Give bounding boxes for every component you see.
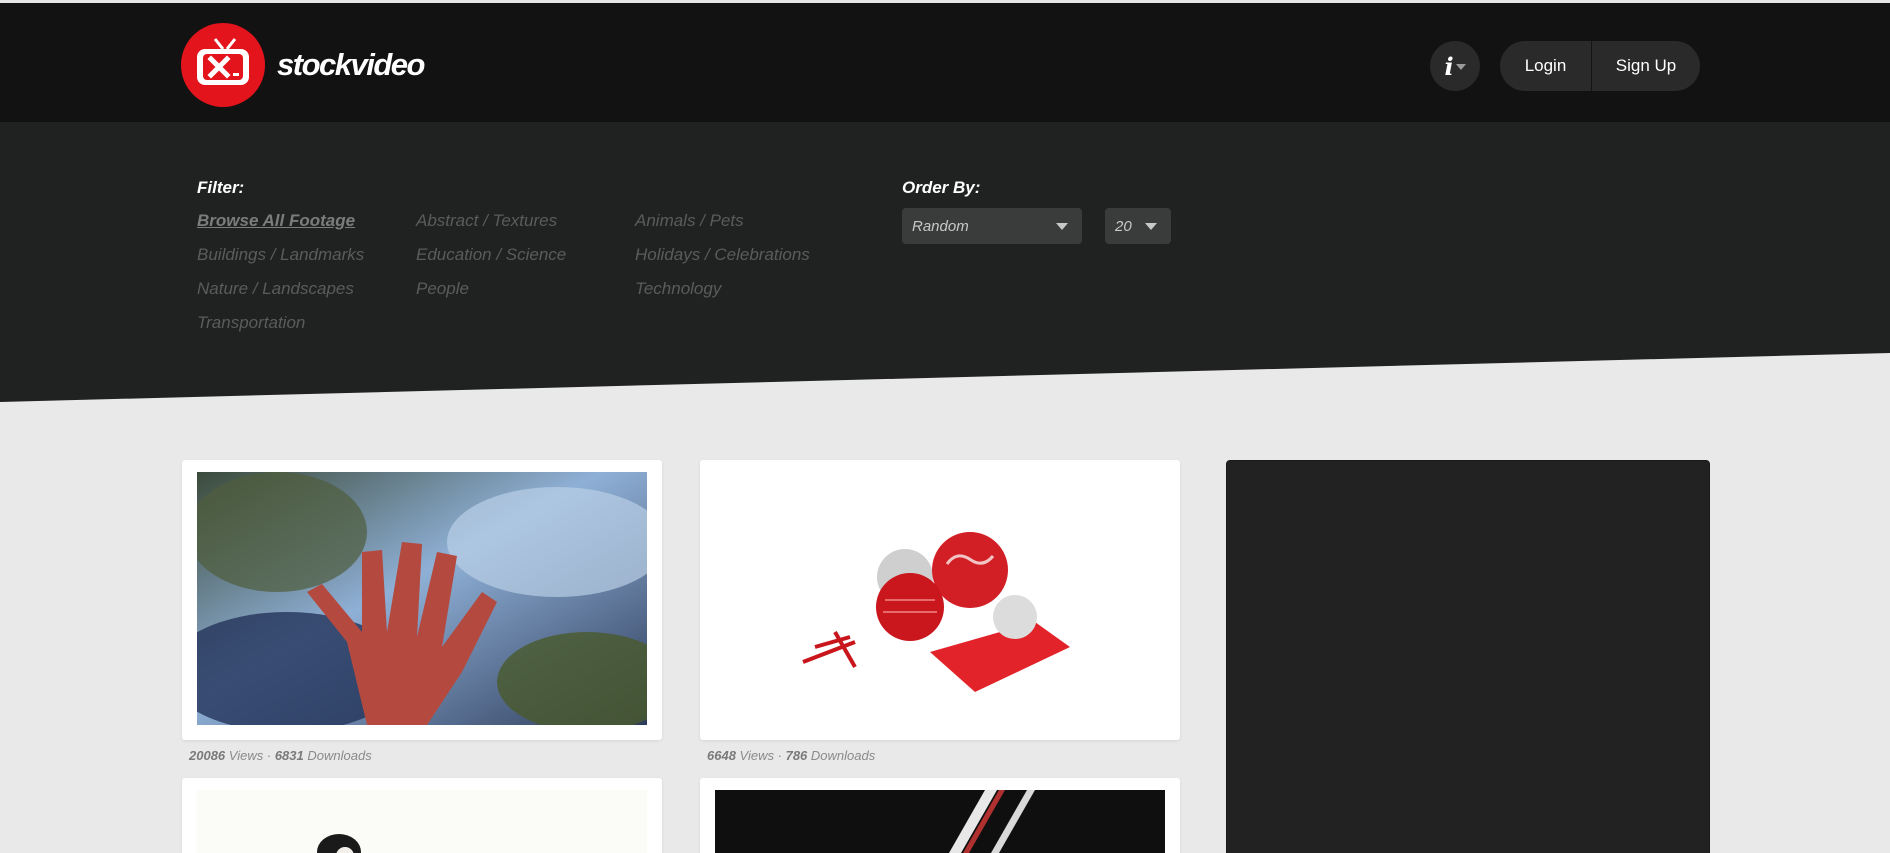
video-thumbnail[interactable]	[715, 472, 1165, 725]
views-count: 20086	[189, 748, 226, 763]
brand-name: stockvideo	[277, 47, 425, 82]
category-abstract-textures[interactable]: Abstract / Textures	[416, 211, 557, 231]
stats-separator: ·	[266, 748, 272, 763]
info-menu-button[interactable]: i	[1430, 41, 1480, 91]
site-logo[interactable]: stockvideo	[181, 23, 425, 107]
views-count: 6648	[707, 748, 736, 763]
filter-title: Filter:	[197, 178, 245, 197]
per-page-select[interactable]: 20	[1105, 208, 1171, 244]
filter-panel: Filter: Browse All Footage Abstract / Te…	[0, 122, 1890, 402]
category-transportation[interactable]: Transportation	[197, 313, 305, 333]
downloads-label: Downloads	[307, 748, 372, 763]
downloads-count: 6831	[274, 748, 304, 763]
video-card[interactable]	[182, 460, 662, 740]
order-by-select[interactable]: Random	[902, 208, 1082, 244]
category-animals-pets[interactable]: Animals / Pets	[635, 211, 744, 231]
video-card[interactable]	[182, 778, 662, 853]
category-technology[interactable]: Technology	[635, 279, 721, 299]
video-thumbnail[interactable]	[197, 790, 647, 853]
views-label: Views	[739, 748, 774, 763]
per-page-value: 20	[1115, 217, 1132, 235]
category-buildings-landmarks[interactable]: Buildings / Landmarks	[197, 245, 364, 265]
video-stats: 20086 Views · 6831 Downloads	[189, 748, 372, 763]
tv-logo-icon	[181, 23, 265, 107]
video-thumbnail[interactable]	[197, 472, 647, 725]
chevron-down-icon	[1145, 223, 1157, 230]
auth-buttons: Login Sign Up	[1500, 41, 1700, 91]
category-holidays-celebrations[interactable]: Holidays / Celebrations	[635, 245, 810, 265]
stats-separator: ·	[777, 748, 782, 763]
order-by-title: Order By:	[902, 178, 981, 197]
downloads-label: Downloads	[810, 748, 876, 763]
login-button[interactable]: Login	[1500, 41, 1592, 91]
order-by-value: Random	[912, 217, 969, 235]
caret-down-icon	[1455, 64, 1466, 70]
video-thumbnail[interactable]	[715, 790, 1165, 853]
views-label: Views	[228, 748, 264, 763]
category-people[interactable]: People	[416, 279, 469, 299]
video-card[interactable]	[700, 778, 1180, 853]
category-browse-all[interactable]: Browse All Footage	[197, 211, 355, 231]
category-nature-landscapes[interactable]: Nature / Landscapes	[197, 279, 354, 299]
site-header: stockvideo i Login Sign Up	[0, 0, 1890, 122]
chevron-down-icon	[1056, 223, 1068, 230]
signup-button[interactable]: Sign Up	[1592, 41, 1700, 91]
downloads-count: 786	[785, 748, 808, 763]
side-panel	[1226, 460, 1710, 853]
video-card[interactable]	[700, 460, 1180, 740]
video-stats: 6648 Views · 786 Downloads	[707, 748, 875, 763]
category-education-science[interactable]: Education / Science	[416, 245, 566, 265]
info-icon: i	[1444, 51, 1454, 81]
